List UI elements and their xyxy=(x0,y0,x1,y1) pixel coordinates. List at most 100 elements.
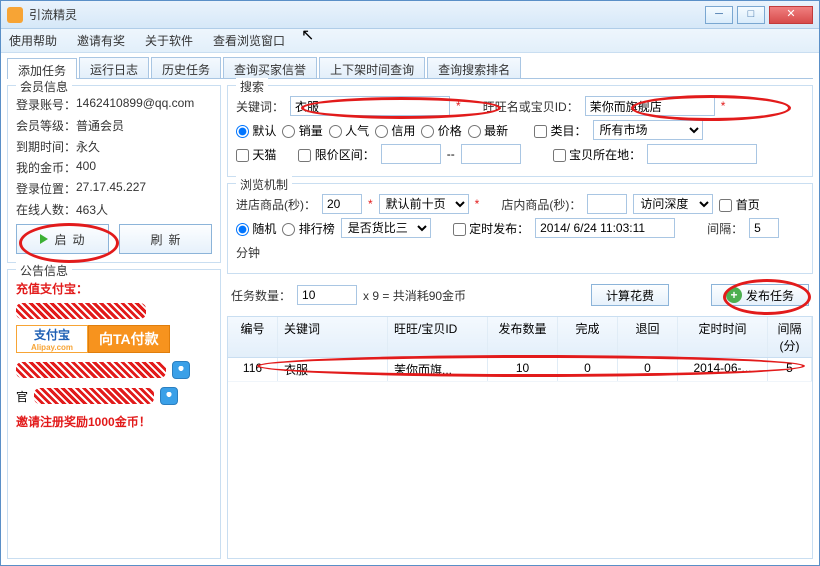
check-tmall[interactable]: 天猫 xyxy=(236,146,276,163)
menu-view-browser[interactable]: 查看浏览窗口 xyxy=(213,32,285,49)
minimize-button[interactable]: ─ xyxy=(705,6,733,24)
qty-input[interactable] xyxy=(297,285,357,305)
redacted-1 xyxy=(16,303,146,319)
start-button[interactable]: 启动 xyxy=(16,224,109,254)
recharge-label: 充值支付宝： xyxy=(16,280,88,297)
table-header: 编号 关键词 旺旺/宝贝ID 发布数量 完成 退回 定时时间 间隔(分) xyxy=(228,317,812,358)
tab-add-task[interactable]: 添加任务 xyxy=(7,58,77,79)
radio-sales[interactable]: 销量 xyxy=(282,122,322,139)
redacted-3 xyxy=(34,388,154,404)
th-done[interactable]: 完成 xyxy=(558,317,618,357)
enter-seconds-input[interactable] xyxy=(322,194,362,214)
inshop-seconds-input[interactable] xyxy=(587,194,627,214)
check-category[interactable]: 类目： xyxy=(534,122,586,139)
task-table: 编号 关键词 旺旺/宝贝ID 发布数量 完成 退回 定时时间 间隔(分) 116… xyxy=(227,316,813,559)
level-value: 普通会员 xyxy=(76,117,124,134)
check-timed[interactable]: 定时发布： xyxy=(453,220,529,237)
th-qty[interactable]: 发布数量 xyxy=(488,317,558,357)
maximize-button[interactable]: □ xyxy=(737,6,765,24)
category-select[interactable]: 所有市场 xyxy=(593,120,703,140)
level-label: 会员等级： xyxy=(16,117,76,134)
expire-value: 永久 xyxy=(76,138,100,155)
play-icon xyxy=(40,234,48,244)
menu-about[interactable]: 关于软件 xyxy=(145,32,193,49)
price-min-input[interactable] xyxy=(381,144,441,164)
menu-help[interactable]: 使用帮助 xyxy=(9,32,57,49)
menu-invite[interactable]: 邀请有奖 xyxy=(77,32,125,49)
window-title: 引流精灵 xyxy=(29,6,705,23)
loc-value: 27.17.45.227 xyxy=(76,180,146,197)
notice-title: 公告信息 xyxy=(16,262,72,279)
alipay-logo[interactable]: 支付宝Alipay.com xyxy=(16,325,88,353)
gold-label: 我的金币： xyxy=(16,159,76,176)
check-location[interactable]: 宝贝所在地： xyxy=(553,146,641,163)
app-icon xyxy=(7,7,23,23)
radio-credit[interactable]: 信用 xyxy=(375,122,415,139)
search-title: 搜索 xyxy=(236,78,268,95)
member-group: 会员信息 登录账号：1462410899@qq.com 会员等级：普通会员 到期… xyxy=(7,85,221,263)
qq-icon-1[interactable] xyxy=(172,361,190,379)
browse-title: 浏览机制 xyxy=(236,176,292,193)
radio-pop[interactable]: 人气 xyxy=(329,122,369,139)
price-max-input[interactable] xyxy=(461,144,521,164)
th-keyword[interactable]: 关键词 xyxy=(278,317,388,357)
menubar: 使用帮助 邀请有奖 关于软件 查看浏览窗口 xyxy=(1,29,819,53)
check-home[interactable]: 首页 xyxy=(719,196,759,213)
enter-page-select[interactable]: 默认前十页 xyxy=(379,194,469,214)
inshop-label: 店内商品(秒)： xyxy=(501,196,581,213)
refresh-button[interactable]: 刷新 xyxy=(119,224,212,254)
contact2-label: 官 xyxy=(16,388,28,405)
wwid-label: 旺旺名或宝贝ID： xyxy=(483,98,579,115)
th-time[interactable]: 定时时间 xyxy=(678,317,768,357)
depth-select[interactable]: 访问深度 xyxy=(633,194,713,214)
pay-button[interactable]: 向TA付款 xyxy=(88,325,170,353)
wwid-input[interactable] xyxy=(585,96,715,116)
timed-input[interactable] xyxy=(535,218,675,238)
radio-default[interactable]: 默认 xyxy=(236,122,276,139)
keyword-input[interactable] xyxy=(290,96,450,116)
check-price-range[interactable]: 限价区间： xyxy=(298,146,374,163)
interval-input[interactable] xyxy=(749,218,779,238)
interval-label: 间隔： xyxy=(707,220,743,237)
member-title: 会员信息 xyxy=(16,78,72,95)
publish-button[interactable]: +发布任务 xyxy=(711,284,809,306)
th-return[interactable]: 退回 xyxy=(618,317,678,357)
plus-icon: + xyxy=(726,287,742,303)
tab-run-log[interactable]: 运行日志 xyxy=(79,57,149,78)
th-id[interactable]: 编号 xyxy=(228,317,278,357)
loc-label: 登录位置： xyxy=(16,180,76,197)
titlebar[interactable]: 引流精灵 ─ □ ✕ xyxy=(1,1,819,29)
redacted-2 xyxy=(16,362,166,378)
qty-label: 任务数量： xyxy=(231,287,291,304)
gold-value: 400 xyxy=(76,159,96,176)
table-row[interactable]: 116 衣服 茉你而旗... 10 0 0 2014-06-... 5 xyxy=(228,358,812,382)
close-button[interactable]: ✕ xyxy=(769,6,813,24)
tab-shelf-time[interactable]: 上下架时间查询 xyxy=(319,57,425,78)
rank-select[interactable]: 是否货比三 xyxy=(341,218,431,238)
online-label: 在线人数： xyxy=(16,201,76,218)
radio-price[interactable]: 价格 xyxy=(421,122,461,139)
account-value: 1462410899@qq.com xyxy=(76,96,194,113)
location-input[interactable] xyxy=(647,144,757,164)
radio-random[interactable]: 随机 xyxy=(236,220,276,237)
th-wwid[interactable]: 旺旺/宝贝ID xyxy=(388,317,488,357)
tab-history[interactable]: 历史任务 xyxy=(151,57,221,78)
qq-icon-2[interactable] xyxy=(160,387,178,405)
calc-button[interactable]: 计算花费 xyxy=(591,284,669,306)
search-group: 搜索 关键词： * 旺旺名或宝贝ID： * 默认 销量 人气 xyxy=(227,85,813,177)
tab-search-rank[interactable]: 查询搜索排名 xyxy=(427,57,521,78)
tabstrip: 添加任务 运行日志 历史任务 查询买家信誉 上下架时间查询 查询搜索排名 xyxy=(7,57,813,79)
invite-text: 邀请注册奖励1000金币！ xyxy=(16,413,212,430)
enter-label: 进店商品(秒)： xyxy=(236,196,316,213)
app-window: 引流精灵 ─ □ ✕ 使用帮助 邀请有奖 关于软件 查看浏览窗口 ↖ 添加任务 … xyxy=(0,0,820,566)
online-value: 463人 xyxy=(76,201,108,218)
tab-buyer-credit[interactable]: 查询买家信誉 xyxy=(223,57,317,78)
browse-group: 浏览机制 进店商品(秒)： * 默认前十页 * 店内商品(秒)： 访问深度 首页 xyxy=(227,183,813,274)
notice-group: 公告信息 充值支付宝： 支付宝Alipay.com 向TA付款 官 邀请注册奖励… xyxy=(7,269,221,559)
formula-text: x 9 = 共消耗90金币 xyxy=(363,287,466,304)
expire-label: 到期时间： xyxy=(16,138,76,155)
th-interval[interactable]: 间隔(分) xyxy=(768,317,812,357)
radio-new[interactable]: 最新 xyxy=(468,122,508,139)
interval-unit: 分钟 xyxy=(236,244,260,261)
radio-rank[interactable]: 排行榜 xyxy=(282,220,334,237)
